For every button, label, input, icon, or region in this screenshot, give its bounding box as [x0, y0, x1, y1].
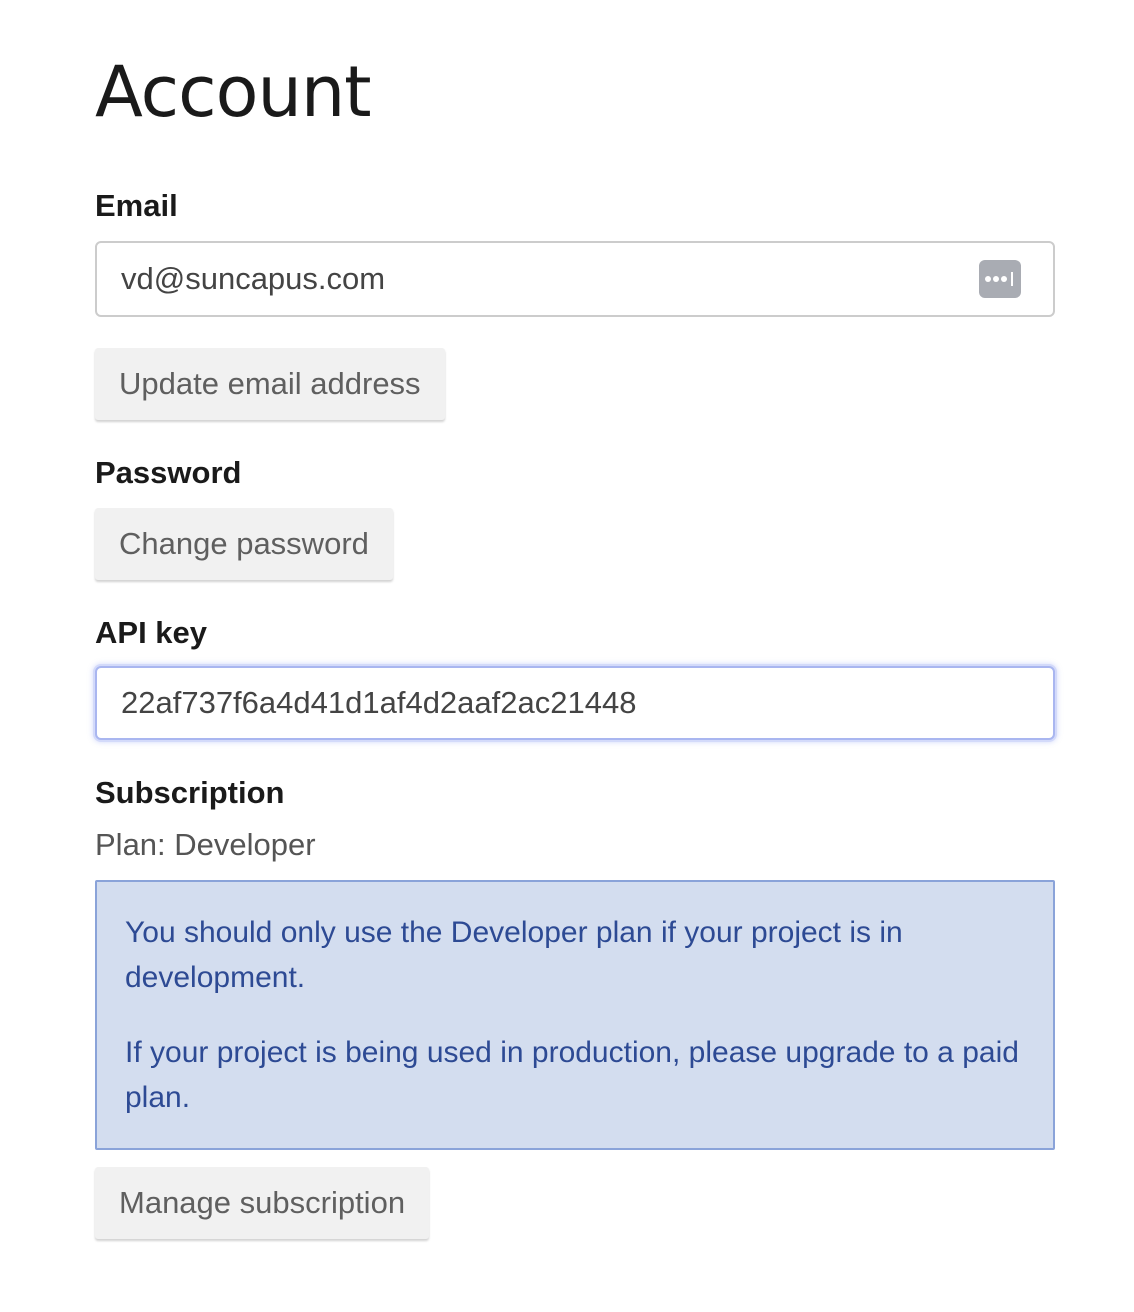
plan-text: Plan: Developer — [95, 827, 316, 862]
email-label: Email — [95, 188, 178, 223]
api-key-label: API key — [95, 615, 208, 650]
developer-plan-notice: You should only use the Developer plan i… — [95, 880, 1055, 1150]
password-label: Password — [95, 455, 242, 490]
notice-text-development: You should only use the Developer plan i… — [125, 916, 903, 994]
password-manager-icon[interactable] — [979, 260, 1021, 298]
notice-text-production: If your project is being used in product… — [125, 1036, 1019, 1114]
dots-icon — [985, 272, 1013, 286]
page-title: Account — [95, 51, 372, 133]
change-password-button[interactable]: Change password — [95, 508, 393, 580]
subscription-label: Subscription — [95, 775, 285, 810]
update-email-button[interactable]: Update email address — [95, 348, 445, 420]
api-key-field[interactable] — [95, 666, 1055, 740]
email-field[interactable] — [95, 241, 1055, 317]
manage-subscription-button[interactable]: Manage subscription — [95, 1167, 430, 1239]
email-field-wrapper — [95, 241, 1055, 317]
